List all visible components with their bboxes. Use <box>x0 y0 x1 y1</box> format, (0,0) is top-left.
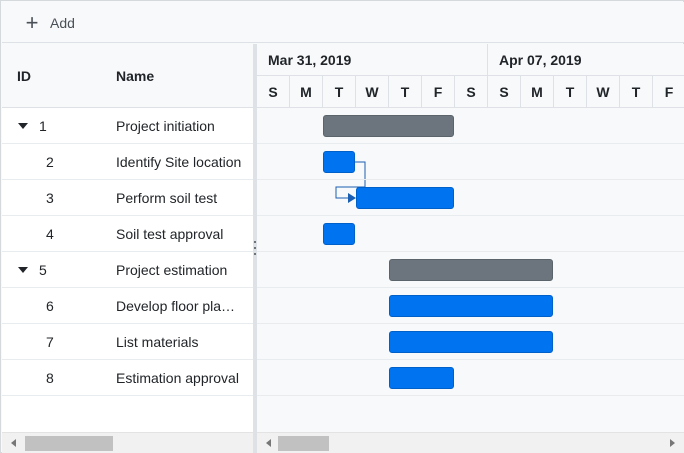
grid-scroll-thumb[interactable] <box>25 436 113 451</box>
task-bar[interactable] <box>323 151 355 173</box>
timeline-day-cell: S <box>488 76 521 108</box>
timeline-day-cell: S <box>455 76 488 108</box>
table-row[interactable]: 7 List materials <box>2 324 253 360</box>
timeline-day-cell: T <box>389 76 422 108</box>
timeline-day-cell: S <box>257 76 290 108</box>
scroll-left-arrow-icon[interactable] <box>266 439 271 447</box>
add-button-label: Add <box>50 15 75 31</box>
timeline-week-header: Mar 31, 2019 Apr 07, 2019 <box>257 44 684 76</box>
row-id: 1 <box>39 118 47 134</box>
timeline-day-cell: T <box>323 76 356 108</box>
task-bar[interactable] <box>323 223 355 245</box>
row-id: 2 <box>46 154 54 170</box>
row-id: 8 <box>46 370 54 386</box>
row-id: 7 <box>46 334 54 350</box>
timeline-row <box>257 360 684 396</box>
row-name: Soil test approval <box>116 226 224 242</box>
timeline-day-header: SMTWTFSSMTWTF <box>257 76 684 108</box>
timeline-day-cell: W <box>356 76 389 108</box>
row-name: Identify Site location <box>116 154 242 170</box>
timeline-week-cell: Mar 31, 2019 <box>257 44 488 76</box>
collapse-caret-icon[interactable] <box>18 123 28 129</box>
row-name: Develop floor pla… <box>116 298 236 314</box>
timeline-horizontal-scrollbar[interactable] <box>257 432 684 453</box>
week-label: Mar 31, 2019 <box>268 52 352 68</box>
row-name: Perform soil test <box>116 190 218 206</box>
task-bar[interactable] <box>389 295 553 317</box>
row-name: List materials <box>116 334 199 350</box>
task-bar[interactable] <box>389 331 553 353</box>
table-row[interactable]: 6 Develop floor pla… <box>2 288 253 324</box>
row-id: 3 <box>46 190 54 206</box>
summary-task-bar[interactable] <box>389 259 553 281</box>
timeline-row <box>257 144 684 180</box>
table-row[interactable]: 4 Soil test approval <box>2 216 253 252</box>
row-id: 4 <box>46 226 54 242</box>
column-header-name[interactable]: Name <box>116 68 154 84</box>
row-name: Estimation approval <box>116 370 239 386</box>
scroll-left-arrow-icon[interactable] <box>11 439 16 447</box>
timeline-row <box>257 216 684 252</box>
timeline-rows <box>257 108 684 432</box>
table-row[interactable]: 8 Estimation approval <box>2 360 253 396</box>
row-id: 5 <box>39 262 47 278</box>
column-header-id[interactable]: ID <box>17 68 31 84</box>
timeline-day-cell: T <box>554 76 587 108</box>
toolbar: + Add <box>2 2 684 43</box>
collapse-caret-icon[interactable] <box>18 267 28 273</box>
timeline-day-cell: T <box>620 76 653 108</box>
grid-horizontal-scrollbar[interactable] <box>2 432 253 453</box>
timeline-scroll-thumb[interactable] <box>278 436 329 451</box>
timeline-day-cell: M <box>290 76 323 108</box>
timeline-day-cell: F <box>422 76 455 108</box>
scroll-right-arrow-icon[interactable] <box>670 439 675 447</box>
timeline-week-cell: Apr 07, 2019 <box>488 44 684 76</box>
table-row[interactable]: 1 Project initiation <box>2 108 253 144</box>
grid-header: ID Name <box>2 44 253 108</box>
add-button[interactable]: + Add <box>24 11 75 35</box>
timeline-row <box>257 108 684 144</box>
task-grid: ID Name 1 Project initiation 2 Identify Sit… <box>2 44 253 432</box>
row-name: Project estimation <box>116 262 228 278</box>
timeline-day-cell: M <box>521 76 554 108</box>
timeline-day-cell: W <box>587 76 620 108</box>
plus-icon: + <box>25 10 39 35</box>
timeline-row <box>257 180 684 216</box>
table-row[interactable]: 5 Project estimation <box>2 252 253 288</box>
table-row[interactable]: 3 Perform soil test <box>2 180 253 216</box>
task-bar[interactable] <box>389 367 454 389</box>
row-name: Project initiation <box>116 118 215 134</box>
summary-task-bar[interactable] <box>323 115 454 137</box>
timeline-day-cell: F <box>653 76 684 108</box>
week-label: Apr 07, 2019 <box>499 52 582 68</box>
task-bar[interactable] <box>356 187 454 209</box>
table-row[interactable]: 2 Identify Site location <box>2 144 253 180</box>
row-id: 6 <box>46 298 54 314</box>
timeline-pane: Mar 31, 2019 Apr 07, 2019 SMTWTFSSMTWTF <box>257 44 684 432</box>
gantt-widget: + Add ID Name 1 Project initiation 2 Identi… <box>0 0 684 453</box>
